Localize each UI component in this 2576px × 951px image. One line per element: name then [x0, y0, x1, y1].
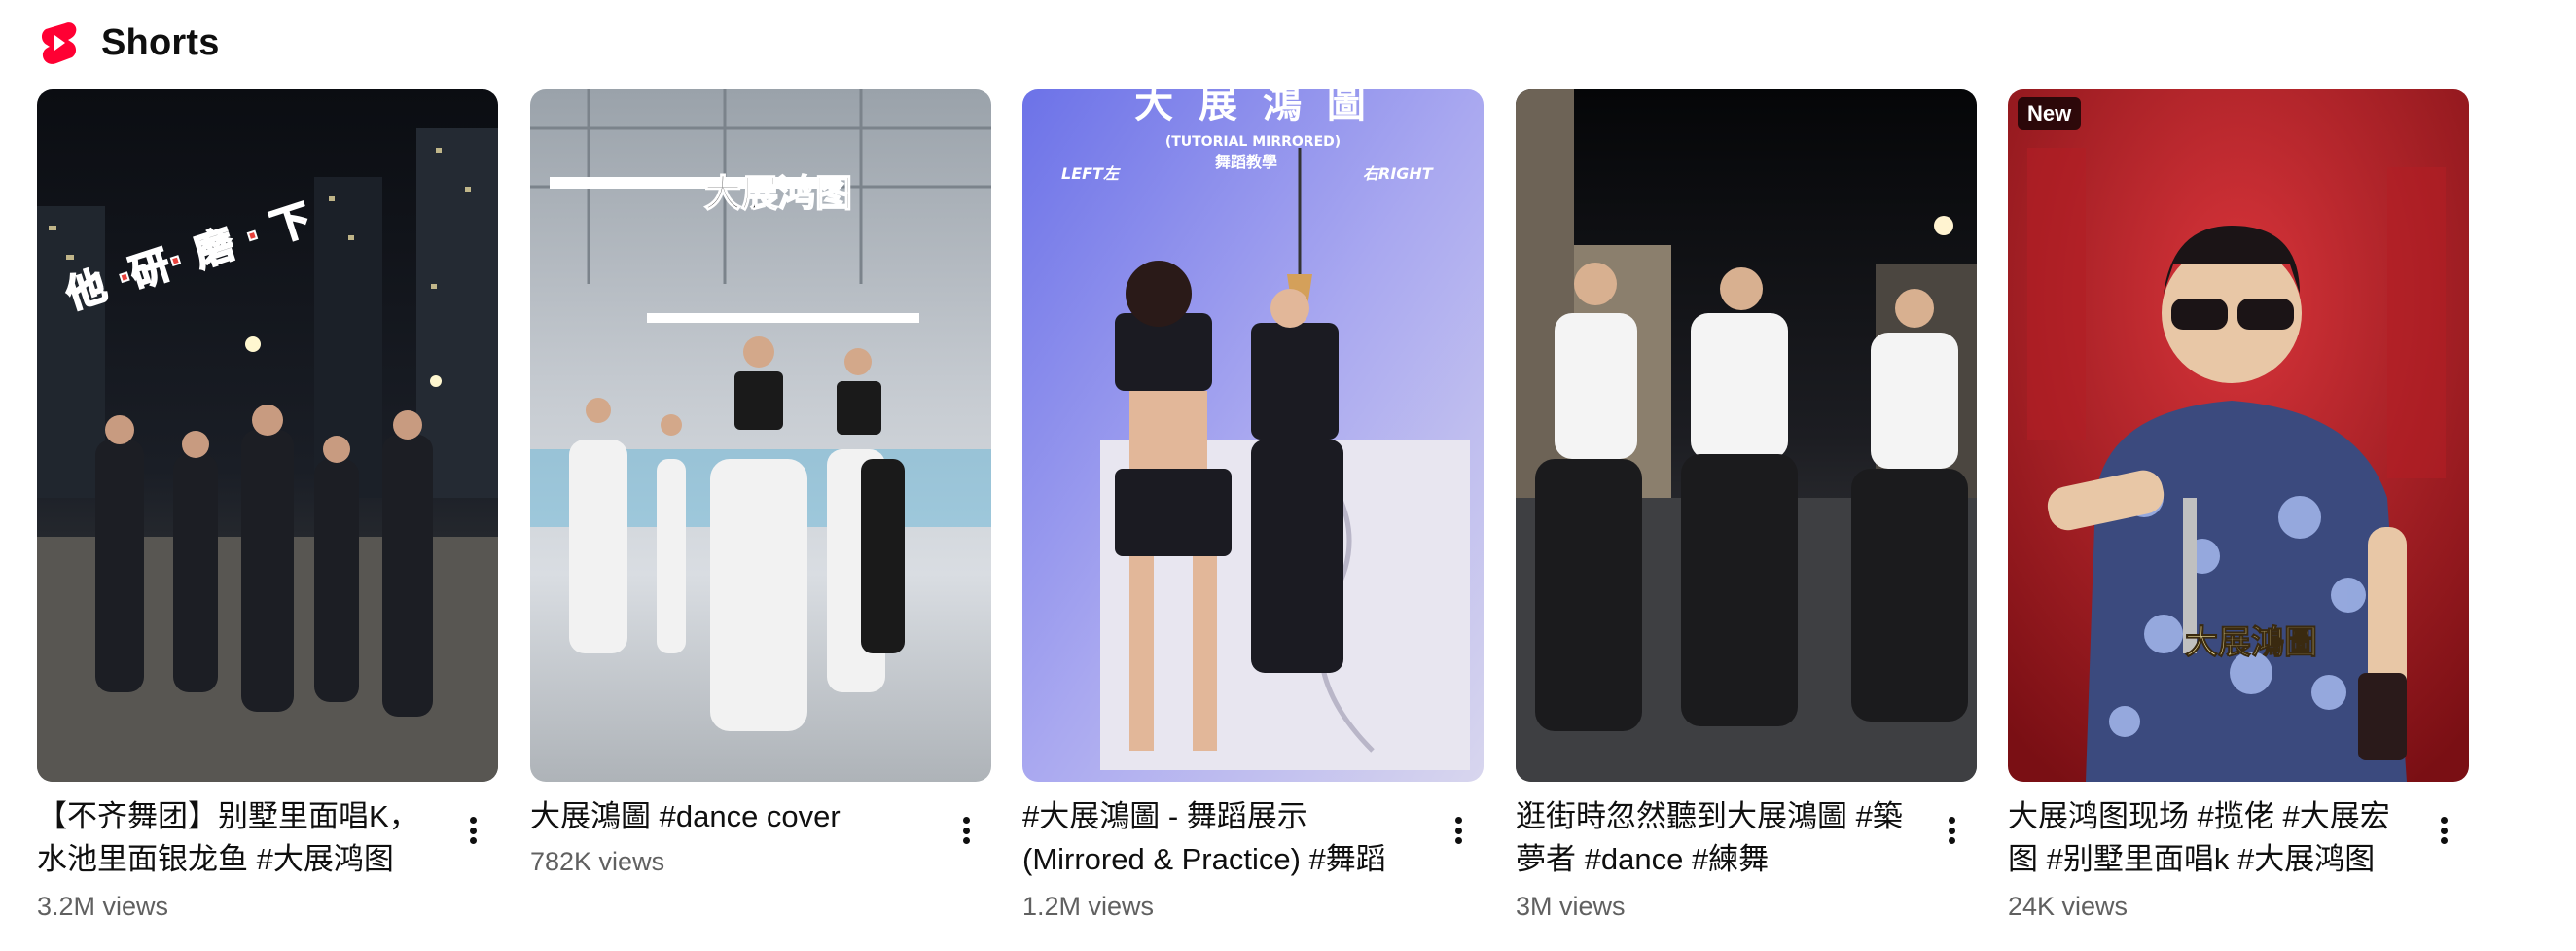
shorts-items: 他 ·研· 磨 · 下 【不齐舞团】别墅里面唱K，水池里面银龙鱼 #大展鸿图 3…	[37, 89, 2566, 945]
more-actions-icon[interactable]	[463, 811, 483, 850]
thumbnail-image: 大展鸿图	[530, 89, 991, 782]
thumbnail-overlay-text: 大展鸿图	[704, 172, 852, 215]
new-badge: New	[2018, 97, 2082, 130]
short-item[interactable]: 他 ·研· 磨 · 下 【不齐舞团】别墅里面唱K，水池里面银龙鱼 #大展鸿图 3…	[37, 89, 498, 945]
short-title[interactable]: 逛街時忽然聽到大展鴻圖 #築夢者 #dance #練舞	[1516, 795, 1916, 881]
short-thumbnail[interactable]: 大 展 鴻 圖 (TUTORIAL MIRRORED) 舞蹈教學 LEFT左 右…	[1022, 89, 1484, 782]
short-meta: 【不齐舞团】别墅里面唱K，水池里面银龙鱼 #大展鸿图 3.2M views	[37, 795, 498, 941]
short-thumbnail[interactable]: 大展鴻圖 New	[2008, 89, 2469, 782]
short-item[interactable]: 大 展 鴻 圖 (TUTORIAL MIRRORED) 舞蹈教學 LEFT左 右…	[1022, 89, 1484, 945]
short-thumbnail[interactable]: 他 ·研· 磨 · 下	[37, 89, 498, 782]
view-count: 3M views	[1516, 892, 1626, 921]
short-meta: 大展鸿图现场 #揽佬 #大展宏图 #别墅里面唱k #大展鸿图 24K views	[2008, 795, 2469, 941]
short-item[interactable]: 逛街時忽然聽到大展鴻圖 #築夢者 #dance #練舞 3M views	[1516, 89, 1977, 945]
thumbnail-overlay-subtitle-2: 舞蹈教學	[1215, 153, 1277, 171]
thumbnail-image: 大 展 鴻 圖 (TUTORIAL MIRRORED) 舞蹈教學 LEFT左 右…	[1022, 89, 1484, 782]
short-title[interactable]: 大展鸿图现场 #揽佬 #大展宏图 #别墅里面唱k #大展鸿图	[2008, 795, 2409, 881]
more-actions-icon[interactable]	[1449, 811, 1468, 850]
short-title[interactable]: #大展鴻圖 - 舞蹈展示 (Mirrored & Practice) #舞蹈	[1022, 795, 1423, 881]
view-count: 24K views	[2008, 892, 2129, 921]
shorts-shelf: Shorts 他 ·研· 磨 · 下 【不齐舞团】别墅里面唱K，水池里面银龙鱼 …	[0, 0, 2576, 951]
short-item[interactable]: 大展鸿图 大展鴻圖 #dance cover 782K views	[530, 89, 991, 945]
view-count: 3.2M views	[37, 892, 169, 921]
short-meta: #大展鴻圖 - 舞蹈展示 (Mirrored & Practice) #舞蹈 1…	[1022, 795, 1484, 941]
youtube-shorts-icon	[41, 22, 77, 64]
view-count: 1.2M views	[1022, 892, 1155, 921]
shelf-header: Shorts	[39, 19, 220, 66]
more-actions-icon[interactable]	[2434, 811, 2453, 850]
short-title[interactable]: 【不齐舞团】别墅里面唱K，水池里面银龙鱼 #大展鸿图	[37, 795, 438, 881]
short-thumbnail[interactable]	[1516, 89, 1977, 782]
thumbnail-overlay-right: 右RIGHT	[1363, 164, 1434, 183]
short-thumbnail[interactable]: 大展鸿图	[530, 89, 991, 782]
thumbnail-image: 他 ·研· 磨 · 下	[37, 89, 498, 782]
view-count: 782K views	[530, 847, 665, 876]
shelf-title: Shorts	[101, 21, 220, 63]
thumbnail-overlay-subtitle: (TUTORIAL MIRRORED)	[1165, 134, 1341, 150]
short-meta: 逛街時忽然聽到大展鴻圖 #築夢者 #dance #練舞 3M views	[1516, 795, 1977, 941]
short-meta: 大展鴻圖 #dance cover 782K views	[530, 795, 991, 941]
thumbnail-overlay-text: 大 展 鴻 圖	[1134, 89, 1372, 126]
short-item[interactable]: 大展鴻圖 New 大展鸿图现场 #揽佬 #大展宏图 #别墅里面唱k #大展鸿图 …	[2008, 89, 2469, 945]
more-actions-icon[interactable]	[1942, 811, 1961, 850]
more-actions-icon[interactable]	[956, 811, 976, 850]
thumbnail-overlay-text: 大展鴻圖	[2185, 623, 2317, 662]
thumbnail-overlay-left: LEFT左	[1061, 164, 1121, 183]
short-title[interactable]: 大展鴻圖 #dance cover	[530, 795, 931, 838]
thumbnail-image	[1516, 89, 1977, 782]
thumbnail-image: 大展鴻圖	[2008, 89, 2469, 782]
